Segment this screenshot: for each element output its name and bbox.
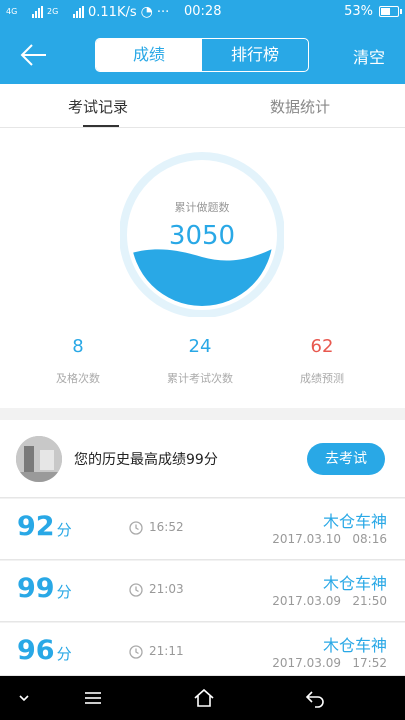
record-date: 2017.03.09 17:52	[272, 656, 387, 670]
signal-icon-2	[73, 6, 84, 18]
segment-control: 成绩 排行榜	[95, 38, 309, 72]
signal-icon	[32, 6, 43, 18]
stat-value: 62	[310, 336, 334, 357]
record-user: 木仓车神	[322, 574, 387, 593]
gauge-value: 3050	[168, 221, 236, 251]
more-dots: ···	[156, 4, 170, 20]
best-score-row: 您的历史最高成绩99分 去考试	[0, 420, 405, 498]
nav-home-icon[interactable]	[192, 686, 216, 710]
stat-exam-count: 24 累计考试次数	[140, 336, 260, 386]
record-duration: 21:03	[149, 582, 184, 596]
best-score-text: 您的历史最高成绩99分	[74, 452, 218, 468]
score-unit: 分	[56, 583, 72, 601]
net-label-top: 4G	[6, 7, 18, 16]
record-row[interactable]: 96 分 21:11 木仓车神 2017.03.09 17:52	[0, 623, 405, 676]
clock-icon	[129, 583, 143, 597]
take-exam-button[interactable]: 去考试	[307, 443, 385, 475]
record-row[interactable]: 92 分 16:52 木仓车神 2017.03.10 08:16	[0, 499, 405, 560]
stat-score-prediction: 62 成绩预测	[262, 336, 382, 386]
stat-label: 累计考试次数	[167, 372, 233, 385]
nav-menu-icon[interactable]	[81, 686, 105, 710]
score-unit: 分	[56, 645, 72, 663]
back-button[interactable]	[14, 38, 54, 72]
record-duration: 21:11	[149, 644, 184, 658]
record-duration: 16:52	[149, 520, 184, 534]
avatar-image	[16, 436, 62, 482]
record-date: 2017.03.09 21:50	[272, 594, 387, 608]
net-label-bottom: 2G	[47, 7, 59, 16]
clear-button[interactable]: 清空	[353, 44, 385, 68]
back-arrow-icon	[20, 44, 46, 66]
app-bar: 成绩 排行榜 清空	[0, 26, 405, 84]
record-score: 99 分	[17, 573, 72, 604]
battery-percent: 53%	[344, 4, 373, 19]
record-score: 96 分	[17, 635, 72, 666]
progress-gauge: 累计做题数 3050	[119, 135, 285, 318]
nav-back-icon[interactable]	[303, 686, 327, 710]
tab-ranking[interactable]: 排行榜	[202, 39, 308, 71]
sub-tabs: 考试记录 数据统计	[0, 84, 405, 128]
network-indicator: 4G	[6, 8, 28, 16]
qq-icon: ◔	[140, 4, 153, 20]
system-nav-bar	[0, 676, 405, 720]
battery-icon	[379, 6, 402, 17]
tab-statistics[interactable]: 数据统计	[270, 96, 330, 117]
stat-value: 24	[188, 336, 212, 357]
clock-time: 00:28	[184, 4, 222, 19]
net-speed: 0.11K/s	[88, 4, 137, 20]
stat-label: 成绩预测	[300, 372, 344, 385]
stat-pass-count: 8 及格次数	[18, 336, 138, 386]
status-bar: 4G 2G 0.11K/s ◔ ··· 00:28 53%	[0, 0, 405, 26]
score-value: 96	[17, 635, 55, 666]
record-score: 92 分	[17, 511, 72, 542]
stat-label: 及格次数	[56, 372, 100, 385]
clock-icon	[129, 645, 143, 659]
tab-scores[interactable]: 成绩	[96, 39, 202, 71]
record-user: 木仓车神	[322, 512, 387, 531]
score-unit: 分	[56, 521, 72, 539]
record-row[interactable]: 99 分 21:03 木仓车神 2017.03.09 21:50	[0, 561, 405, 622]
record-date: 2017.03.10 08:16	[272, 532, 387, 546]
clock-icon	[129, 521, 143, 535]
network-indicator-2: 2G	[47, 8, 69, 16]
gauge-label: 累计做题数	[174, 201, 230, 214]
score-value: 99	[17, 573, 55, 604]
stat-value: 8	[72, 336, 84, 357]
avatar[interactable]	[16, 436, 62, 482]
record-user: 木仓车神	[322, 636, 387, 655]
score-value: 92	[17, 511, 55, 542]
nav-collapse-icon[interactable]	[12, 686, 36, 710]
tab-indicator	[83, 125, 119, 127]
tab-exam-records[interactable]: 考试记录	[68, 96, 128, 117]
stats-card: 累计做题数 3050 8 及格次数 24 累计考试次数 62 成绩预测	[0, 128, 405, 408]
